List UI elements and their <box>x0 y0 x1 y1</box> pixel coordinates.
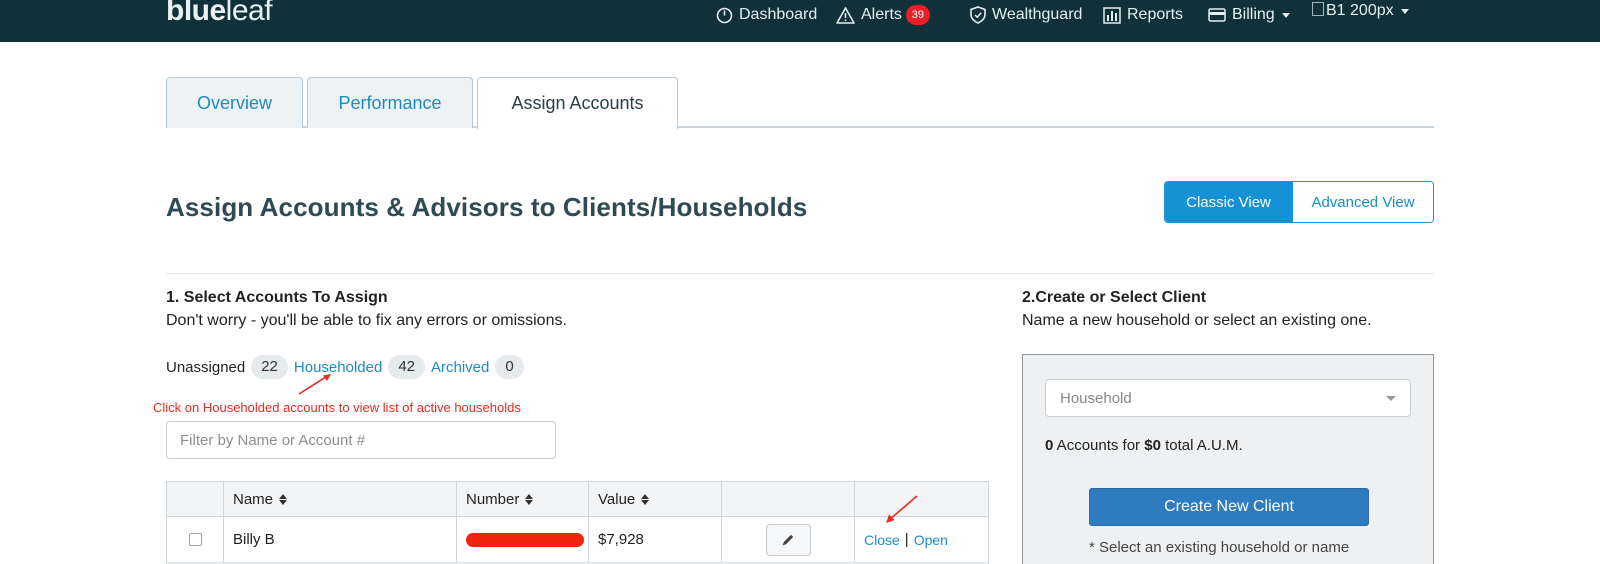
redacted-account-number <box>466 532 584 547</box>
chevron-down-icon <box>1281 12 1290 18</box>
accounts-summary: 0 Accounts for $0 total A.U.M. <box>1045 437 1243 454</box>
create-new-client-button[interactable]: Create New Client <box>1089 488 1369 526</box>
sort-icon <box>641 493 650 505</box>
archived-count-badge: 0 <box>495 355 524 379</box>
user-image-alt: B1 200px <box>1326 2 1394 19</box>
advanced-view-button[interactable]: Advanced View <box>1292 182 1433 222</box>
row-name: Billy B <box>224 517 457 562</box>
row-status-cell: Close | Open <box>855 517 988 562</box>
select-hint: * Select an existing household or name <box>1089 539 1350 556</box>
section-divider <box>166 273 1434 274</box>
close-account-link[interactable]: Close <box>864 532 900 548</box>
avatar <box>1312 2 1324 16</box>
householded-count-badge: 42 <box>388 355 425 379</box>
credit-card-icon <box>1208 8 1226 22</box>
select-accounts-title: 1. Select Accounts To Assign <box>166 289 388 306</box>
chevron-down-icon <box>1386 395 1396 401</box>
filter-accounts-input[interactable] <box>166 421 556 459</box>
annotation-arrow-icon <box>298 374 331 395</box>
sort-icon <box>525 493 534 505</box>
alerts-count-badge: 39 <box>905 5 930 25</box>
create-client-title: 2.Create or Select Client <box>1022 289 1207 306</box>
nav-reports-label: Reports <box>1127 6 1184 23</box>
header-select <box>167 482 224 516</box>
page-title: Assign Accounts & Advisors to Clients/Ho… <box>166 192 808 222</box>
nav-billing-label: Billing <box>1232 6 1275 23</box>
open-account-link[interactable]: Open <box>914 532 948 548</box>
header-value[interactable]: Value <box>589 482 722 516</box>
chevron-down-icon <box>1400 8 1409 14</box>
classic-view-button[interactable]: Classic View <box>1165 182 1292 222</box>
header-edit <box>722 482 855 516</box>
nav-dashboard[interactable]: Dashboard <box>716 4 817 26</box>
blueleaf-logo[interactable]: blueleaf <box>166 0 273 28</box>
accounts-table: Name Number Value Billy B $7,928 Close |… <box>166 481 989 564</box>
sort-icon <box>279 493 288 505</box>
nav-billing[interactable]: Billing <box>1208 4 1290 26</box>
tab-assign-accounts[interactable]: Assign Accounts <box>477 77 678 129</box>
link-separator: | <box>904 531 909 548</box>
filter-archived[interactable]: Archived <box>431 359 489 376</box>
row-select-cell <box>167 517 224 562</box>
nav-dashboard-label: Dashboard <box>739 6 818 23</box>
client-panel: Household 0 Accounts for $0 total A.U.M.… <box>1022 354 1434 564</box>
household-select[interactable]: Household <box>1045 379 1411 417</box>
row-checkbox[interactable] <box>188 533 202 546</box>
header-number[interactable]: Number <box>457 482 589 516</box>
filter-unassigned[interactable]: Unassigned <box>166 359 245 376</box>
pencil-icon <box>782 534 794 545</box>
tab-performance[interactable]: Performance <box>307 77 473 128</box>
nav-wealthguard-label: Wealthguard <box>992 6 1083 23</box>
select-accounts-subtitle: Don't worry - you'll be able to fix any … <box>166 312 567 329</box>
table-header-row: Name Number Value <box>167 482 988 517</box>
shield-icon <box>970 6 986 24</box>
create-client-subtitle: Name a new household or select an existi… <box>1022 312 1372 329</box>
view-toggle: Classic View Advanced View <box>1164 181 1434 223</box>
annotation-arrow-icon <box>886 495 918 523</box>
header-status <box>855 482 988 516</box>
household-select-placeholder: Household <box>1060 389 1132 407</box>
nav-alerts-label: Alerts <box>861 6 902 23</box>
row-value: $7,928 <box>589 517 722 562</box>
householded-annotation: Click on Householded accounts to view li… <box>153 400 521 415</box>
alert-icon <box>836 6 855 24</box>
nav-wealthguard[interactable]: Wealthguard <box>970 4 1082 26</box>
header-name[interactable]: Name <box>224 482 457 516</box>
bar-chart-icon <box>1103 6 1121 24</box>
user-menu[interactable]: B1 200px <box>1312 0 1409 22</box>
account-status-filters: Unassigned 22 Householded 42 Archived 0 <box>166 355 530 379</box>
tab-overview[interactable]: Overview <box>166 77 303 128</box>
row-edit-cell <box>722 517 855 562</box>
nav-reports[interactable]: Reports <box>1103 4 1183 26</box>
row-number <box>457 517 589 562</box>
table-row: Billy B $7,928 Close | Open <box>167 517 988 563</box>
edit-button[interactable] <box>765 523 811 556</box>
dashboard-icon <box>716 7 733 23</box>
top-navbar: blueleaf Dashboard Alerts 39 Wealthguard… <box>0 0 1600 42</box>
unassigned-count-badge: 22 <box>251 355 288 379</box>
nav-alerts[interactable]: Alerts 39 <box>836 4 930 26</box>
